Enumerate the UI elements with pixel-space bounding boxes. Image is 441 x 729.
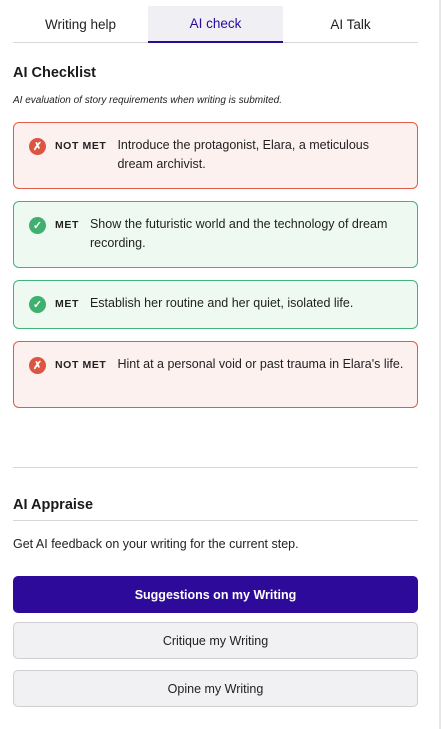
- checklist-item: ✓ MET Show the futuristic world and the …: [13, 201, 418, 268]
- status-label: NOT MET: [55, 359, 107, 371]
- opine-button[interactable]: Opine my Writing: [13, 670, 418, 707]
- requirement-text: Introduce the protagonist, Elara, a meti…: [117, 138, 369, 171]
- check-icon: ✓: [29, 296, 46, 313]
- tab-ai-check[interactable]: AI check: [148, 6, 283, 43]
- checklist-title: AI Checklist: [13, 65, 96, 81]
- checklist-item: ✓ MET Establish her routine and her quie…: [13, 280, 418, 329]
- checklist-item: ✗ NOT MET Hint at a personal void or pas…: [13, 341, 418, 408]
- checklist-item: ✗ NOT MET Introduce the protagonist, Ela…: [13, 122, 418, 189]
- check-icon: ✓: [29, 217, 46, 234]
- appraise-title: AI Appraise: [13, 497, 94, 513]
- tab-writing-help[interactable]: Writing help: [13, 6, 148, 42]
- appraise-title-divider: [13, 520, 418, 521]
- appraise-description: Get AI feedback on your writing for the …: [13, 537, 299, 551]
- requirement-text: Show the futuristic world and the techno…: [89, 217, 388, 250]
- status-label: MET: [55, 298, 79, 310]
- critique-button[interactable]: Critique my Writing: [13, 622, 418, 659]
- tab-ai-talk[interactable]: AI Talk: [283, 6, 418, 42]
- section-divider: [13, 467, 418, 468]
- requirement-text: Hint at a personal void or past trauma i…: [117, 357, 404, 371]
- status-label: NOT MET: [55, 140, 107, 152]
- checklist-subtitle: AI evaluation of story requirements when…: [13, 95, 283, 106]
- requirement-text: Establish her routine and her quiet, iso…: [89, 296, 354, 310]
- x-icon: ✗: [29, 357, 46, 374]
- tab-bar: Writing help AI check AI Talk: [13, 6, 418, 43]
- status-label: MET: [55, 219, 79, 231]
- x-icon: ✗: [29, 138, 46, 155]
- suggestions-button[interactable]: Suggestions on my Writing: [13, 576, 418, 613]
